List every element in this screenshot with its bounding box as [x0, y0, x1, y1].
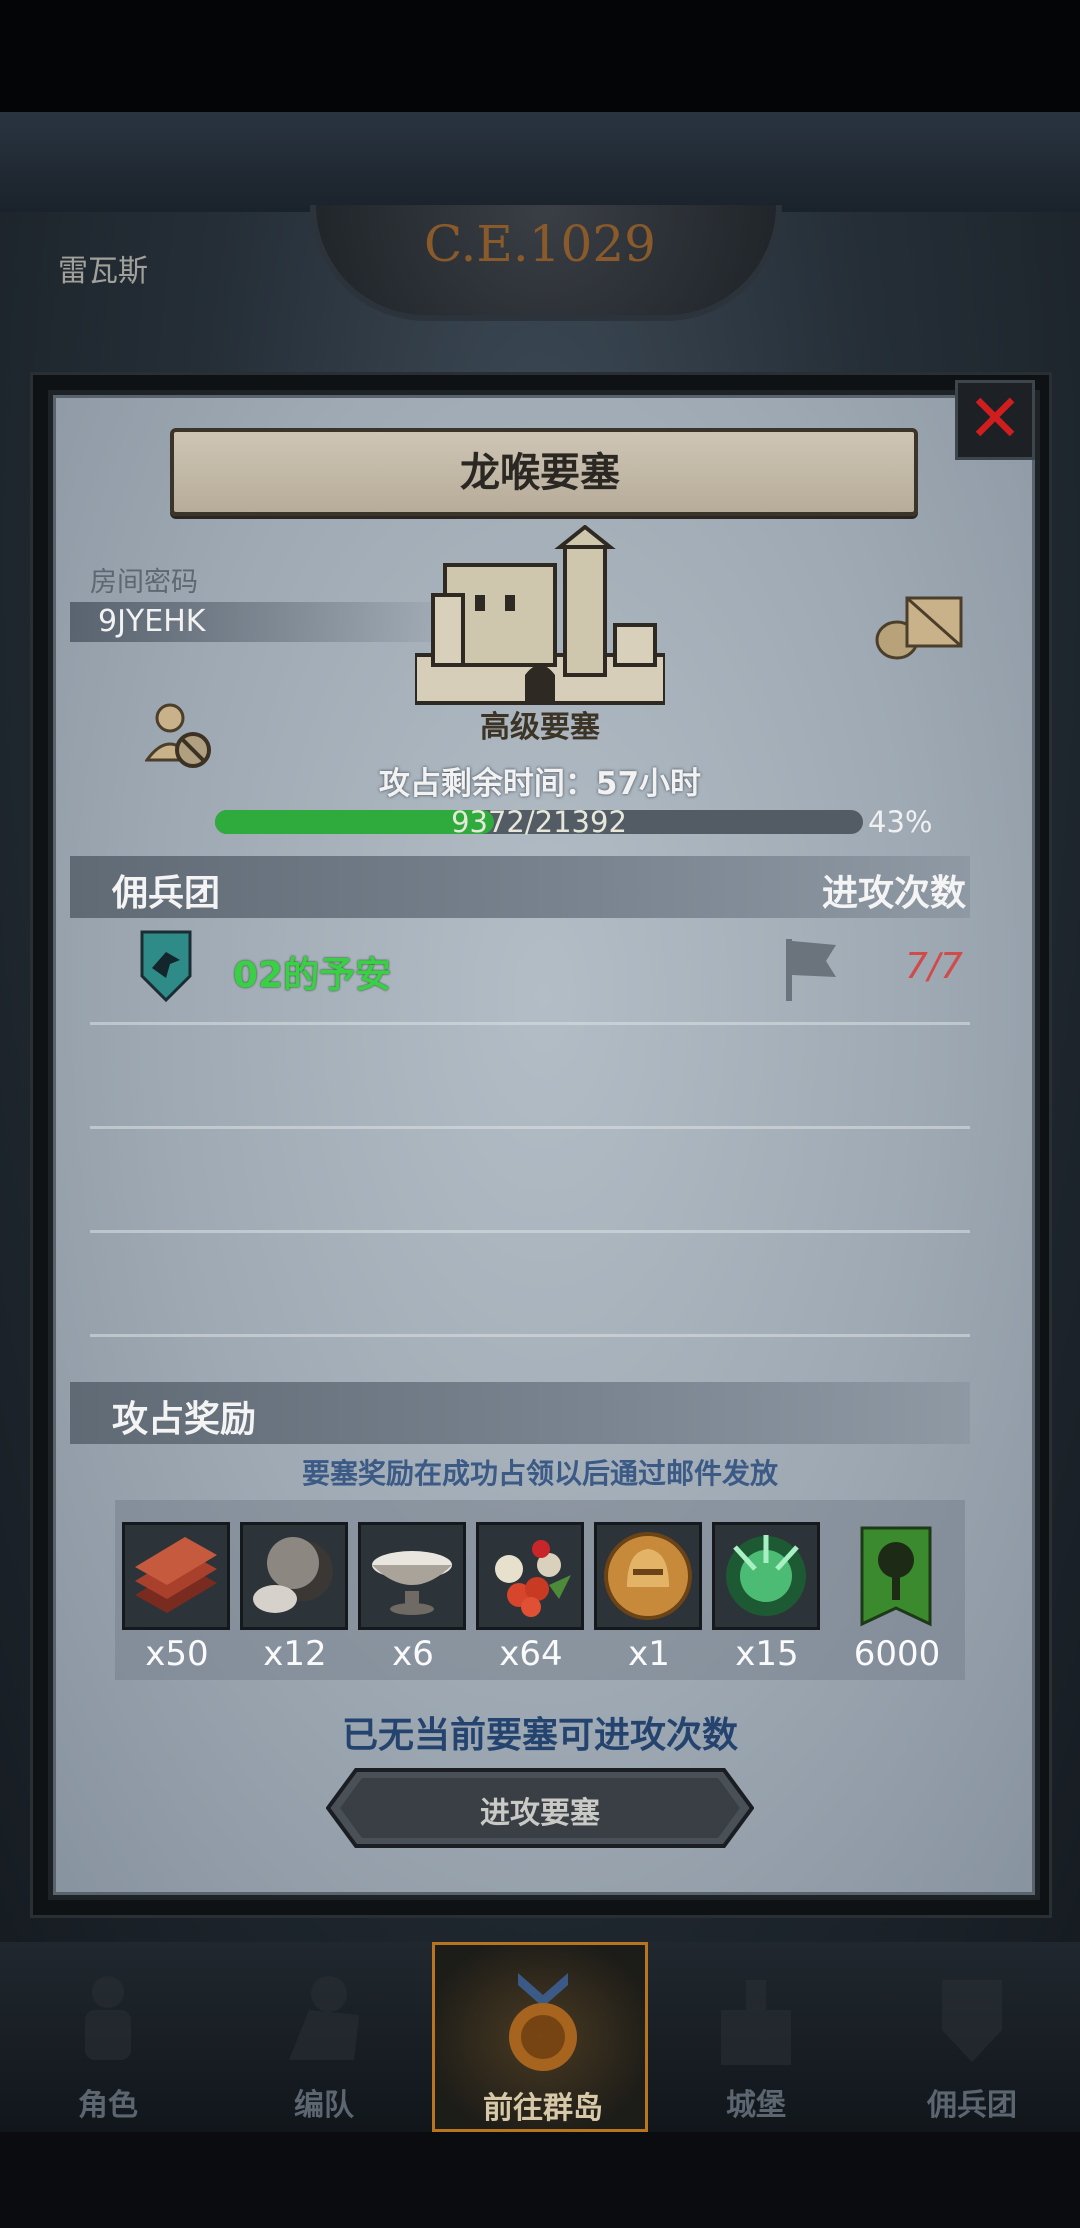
reward-qty: x64 [499, 1634, 563, 1674]
fortress-level: 高级要塞 [480, 710, 600, 745]
divider [90, 1230, 970, 1233]
capture-progress-percent: 43% [868, 805, 933, 839]
mercenary-name[interactable]: 02的予安 [233, 946, 391, 998]
divider [90, 1334, 970, 1337]
mercenary-header: 佣兵团 [112, 873, 221, 914]
time-remaining: 攻占剩余时间：57小时 [378, 766, 702, 802]
room-code-value[interactable]: 9JYEHK [98, 604, 205, 639]
truffle-icon [253, 1537, 333, 1613]
attack-count: 7/7 [905, 946, 963, 987]
nav-label: 佣兵团 [927, 2088, 1017, 2123]
islands-icon [509, 1973, 577, 2071]
shield-bird-icon [140, 930, 192, 1002]
nav-label: 前往群岛 [483, 2091, 603, 2126]
divider [90, 1126, 970, 1129]
close-x-icon: ✕ [967, 380, 1023, 457]
capture-progress-text: 9372/21392 [451, 805, 627, 839]
silver-bowl-icon [372, 1551, 452, 1615]
reward-qty: x1 [628, 1634, 670, 1674]
nav-item-islands[interactable]: 前往群岛 [432, 1942, 648, 2132]
region-name: 雷瓦斯 [58, 254, 148, 289]
castle-icon [721, 1980, 791, 2065]
reward-qty: x12 [263, 1634, 327, 1674]
reward-qty: x50 [145, 1634, 209, 1674]
gold-helmet-coin-icon [604, 1532, 692, 1620]
nav-label: 编队 [294, 2088, 354, 2123]
nav-item-character[interactable]: 角色 [0, 1942, 216, 2132]
top-band [0, 112, 1080, 212]
attack-button-label: 进攻要塞 [480, 1796, 600, 1831]
no-attack-notice: 已无当前要塞可进攻次数 [341, 1715, 738, 1756]
era-label: C.E.1029 [423, 215, 656, 273]
reward-item-truffle[interactable] [240, 1522, 348, 1630]
tree-banner-icon[interactable] [860, 1526, 932, 1628]
no-visitors-icon[interactable] [145, 700, 215, 770]
supply-crate-icon[interactable] [875, 590, 965, 660]
attacks-header: 进攻次数 [822, 873, 967, 914]
berries-icon [495, 1540, 571, 1617]
reward-item-berries[interactable] [476, 1522, 584, 1630]
nav-label: 角色 [78, 2088, 138, 2123]
nav-item-mercenary[interactable]: 佣兵团 [864, 1942, 1080, 2132]
room-code-label: 房间密码 [90, 567, 198, 598]
nav-footer [0, 2132, 1080, 2228]
reward-qty: x15 [735, 1634, 799, 1674]
reward-header: 攻占奖励 [112, 1399, 257, 1440]
status-bar [0, 0, 1080, 112]
wood-planks-icon [135, 1537, 217, 1613]
reward-item-helmet-coin[interactable] [594, 1522, 702, 1630]
formation-icon [289, 1976, 359, 2060]
fortress-icon [415, 525, 665, 705]
divider [90, 1022, 970, 1025]
nav-item-castle[interactable]: 城堡 [648, 1942, 864, 2132]
mercenary-icon [942, 1980, 1002, 2062]
reward-qty: x6 [392, 1634, 434, 1674]
reward-item-wood[interactable] [122, 1522, 230, 1630]
reward-item-bowl[interactable] [358, 1522, 466, 1630]
close-button[interactable]: ✕ [955, 380, 1035, 460]
reward-item-spirit[interactable] [712, 1522, 820, 1630]
knight-icon [85, 1976, 131, 2060]
flag-icon [786, 939, 836, 1001]
reward-note: 要塞奖励在成功占领以后通过邮件发放 [301, 1457, 778, 1490]
nav-item-formation[interactable]: 编队 [216, 1942, 432, 2132]
nav-label: 城堡 [726, 2088, 786, 2123]
green-spirit-icon [726, 1535, 806, 1616]
modal-title: 龙喉要塞 [460, 450, 620, 496]
reward-qty: 6000 [853, 1634, 941, 1674]
